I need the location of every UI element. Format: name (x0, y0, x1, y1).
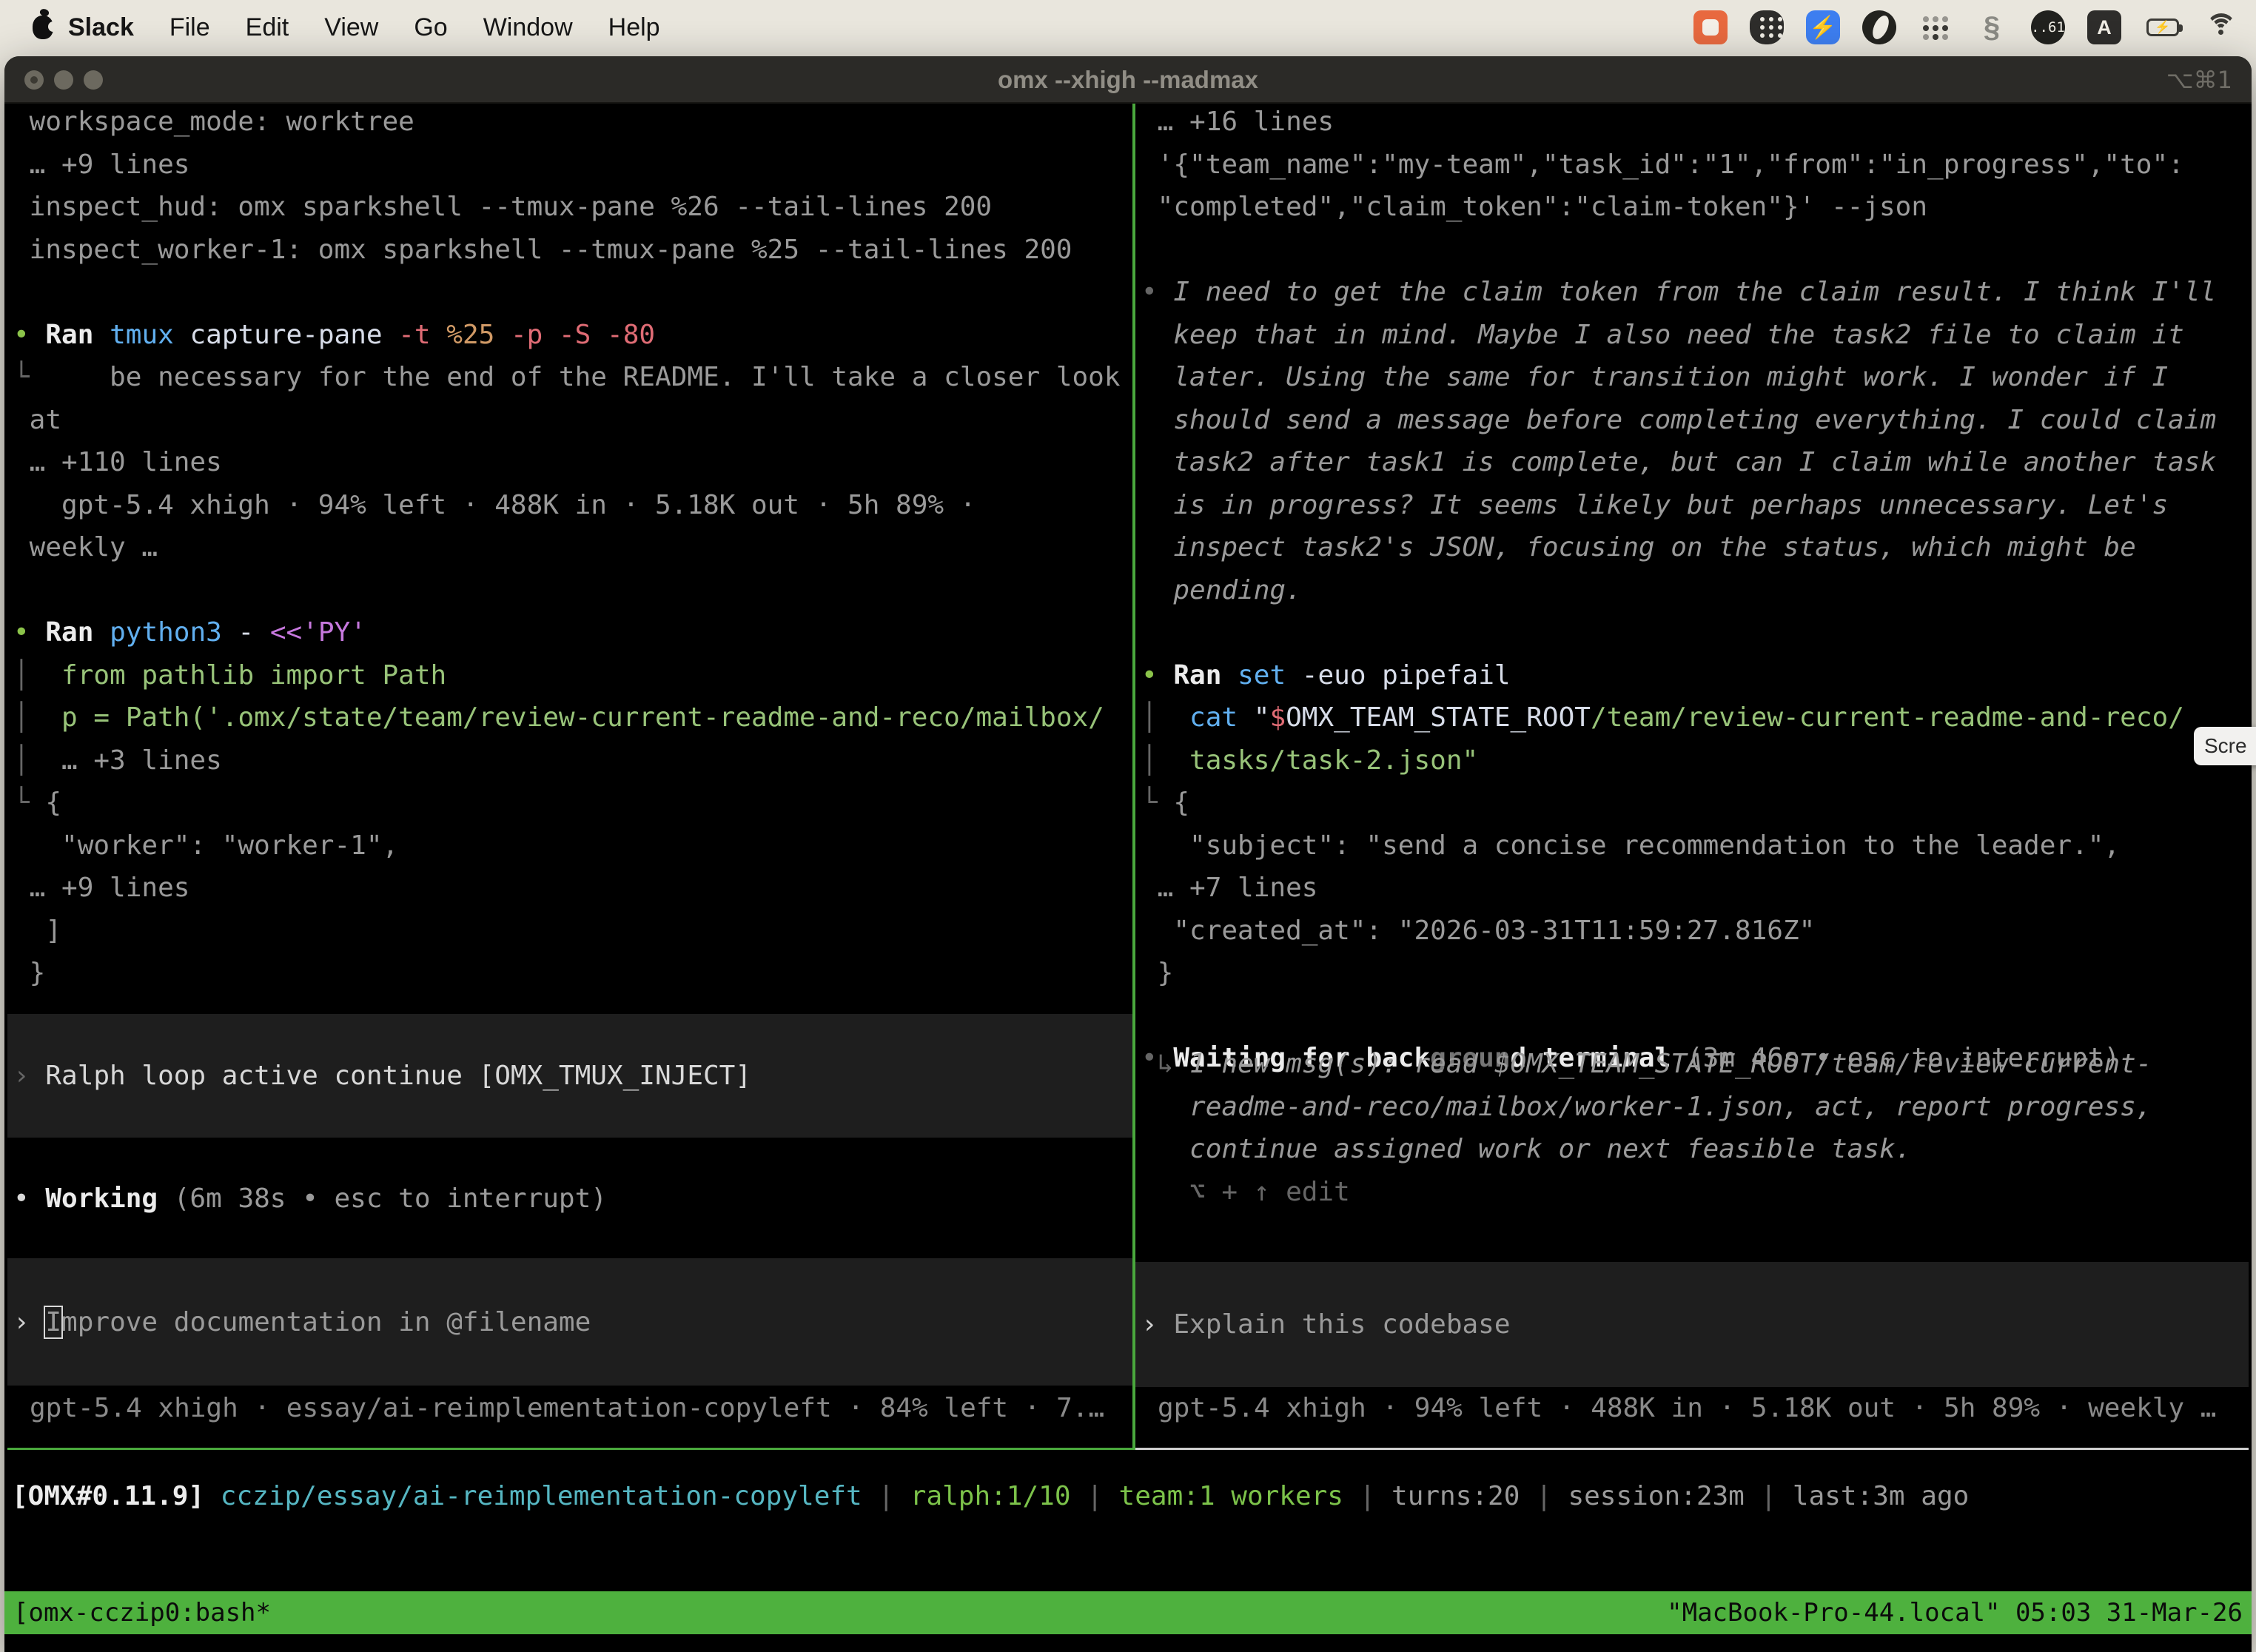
terminal-line: keep that in mind. Maybe I also need the… (1141, 314, 2249, 357)
tmux-status-bar: [omx-cczip0:bash* "MacBook-Pro-44.local"… (4, 1591, 2252, 1634)
battery-charging-icon[interactable]: ⚡ (2143, 10, 2182, 44)
menu-bar: Slack File Edit View Go Window Help ⚡ § … (0, 0, 2256, 55)
terminal-line: • Ran set -euo pipefail (1141, 654, 2249, 697)
terminal-line (13, 271, 1132, 314)
terminal-line: is in progress? It seems likely but perh… (1141, 484, 2249, 527)
pane-border-left-active (7, 1448, 1132, 1450)
terminal-line: "subject": "send a concise recommendatio… (1141, 825, 2249, 867)
hook-s-icon[interactable]: § (1975, 10, 2009, 44)
window-title: omx --xhigh --madmax (4, 56, 2252, 104)
terminal-line: └ { (1141, 782, 2249, 825)
terminal-line: at (13, 399, 1132, 442)
dark-moon-app-icon[interactable] (1862, 10, 1896, 44)
prompt-chevron-icon: › (13, 1307, 45, 1337)
menu-item-view[interactable]: View (324, 13, 378, 42)
terminal-line: └ be necessary for the end of the README… (13, 356, 1132, 399)
model-status-left: gpt-5.4 xhigh · essay/ai-reimplementatio… (30, 1387, 1132, 1430)
omx-status-line: [OMX#0.11.9] cczip/essay/ai-reimplementa… (12, 1475, 2252, 1518)
terminal-line: "worker": "worker-1", (13, 825, 1132, 867)
prompt-chevron-icon: › (1141, 1309, 1173, 1340)
terminal-line: readme-and-reco/mailbox/worker-1.json, a… (1141, 1086, 2249, 1129)
terminal-line: └ { (13, 782, 1132, 825)
shield-grid-icon[interactable] (1750, 10, 1784, 44)
terminal-line: gpt-5.4 xhigh · 94% left · 488K in · 5.1… (13, 484, 1132, 527)
terminal-line: ] (13, 910, 1132, 953)
prompt-placeholder: Explain this codebase (1173, 1309, 1510, 1340)
terminal-line: ↳ 1 new msg(s): read $OMX_TEAM_STATE_ROO… (1141, 1043, 2249, 1086)
chat-app-icon[interactable] (1693, 10, 1728, 44)
terminal-line: │ tasks/task-2.json" (1141, 739, 2249, 782)
terminal-line: "completed","claim_token":"claim-token"}… (1141, 186, 2249, 229)
terminal-line: … +16 lines (1141, 104, 2249, 144)
terminal-window: omx --xhigh --madmax ⌥⌘1 workspace_mode:… (4, 56, 2252, 1652)
menu-item-edit[interactable]: Edit (246, 13, 289, 42)
terminal-line: '{"team_name":"my-team","task_id":"1","f… (1141, 144, 2249, 187)
prompt-input-right[interactable]: › Explain this codebase (1135, 1262, 2249, 1387)
terminal-line: } (1141, 952, 2249, 995)
terminal-line: inspect task2's JSON, focusing on the st… (1141, 526, 2249, 569)
menu-app-name[interactable]: Slack (68, 13, 134, 42)
terminal-line: ⌥ + ↑ edit (1141, 1171, 2249, 1214)
terminal-line: … +9 lines (13, 867, 1132, 910)
left-scrollback: workspace_mode: worktree … +9 lines insp… (13, 104, 1132, 995)
terminal-line: inspect_worker-1: omx sparkshell --tmux-… (13, 229, 1132, 272)
terminal-line: │ … +3 lines (13, 739, 1132, 782)
terminal-line (1141, 611, 2249, 654)
window-shortcut-hint: ⌥⌘1 (2166, 56, 2232, 104)
prompt-input-left[interactable]: › Improve documentation in @filename (7, 1258, 1132, 1386)
tmux-pane-right[interactable]: … +16 lines '{"team_name":"my-team","tas… (1135, 104, 2249, 1448)
tmux-session-info: [omx-cczip0:bash* (13, 1598, 271, 1628)
window-titlebar[interactable]: omx --xhigh --madmax ⌥⌘1 (4, 56, 2252, 104)
keyboard-layout-icon[interactable]: A (2087, 10, 2121, 44)
terminal-line: • Ran python3 - <<'PY' (13, 611, 1132, 654)
terminal-line: later. Using the same for transition mig… (1141, 356, 2249, 399)
text-cursor: I (44, 1306, 63, 1339)
terminal-line: pending. (1141, 569, 2249, 612)
terminal-line: workspace_mode: worktree (13, 104, 1132, 144)
terminal-line: continue assigned work or next feasible … (1141, 1128, 2249, 1171)
badge-61-icon[interactable]: ..61 (2031, 10, 2065, 44)
menu-item-help[interactable]: Help (608, 13, 660, 42)
terminal-line: • Ran tmux capture-pane -t %25 -p -S -80 (13, 314, 1132, 357)
dots-grid-icon[interactable] (1918, 10, 1953, 44)
wifi-icon[interactable] (2204, 10, 2238, 44)
terminal-line: should send a message before completing … (1141, 399, 2249, 442)
pane-border-right (1135, 1448, 2249, 1450)
tmux-host-clock: "MacBook-Pro-44.local" 05:03 31-Mar-26 (1667, 1598, 2243, 1628)
right-scrollback: … +16 lines '{"team_name":"my-team","tas… (1141, 104, 2249, 1080)
menu-item-file[interactable]: File (169, 13, 210, 42)
terminal-line: "created_at": "2026-03-31T11:59:27.816Z" (1141, 910, 2249, 953)
apple-menu-icon[interactable] (33, 16, 53, 39)
terminal-line: • I need to get the claim token from the… (1141, 271, 2249, 314)
screen: Slack File Edit View Go Window Help ⚡ § … (0, 0, 2256, 1652)
screen-sharing-button[interactable]: Scre (2194, 727, 2256, 765)
blue-bolt-app-icon[interactable]: ⚡ (1806, 10, 1840, 44)
mailbox-notice: ↳ 1 new msg(s): read $OMX_TEAM_STATE_ROO… (1141, 1043, 2249, 1213)
terminal-line: … +9 lines (13, 144, 1132, 187)
working-status: • Working (6m 38s • esc to interrupt) (13, 1178, 607, 1220)
terminal-line (13, 569, 1132, 612)
terminal-line: │ from pathlib import Path (13, 654, 1132, 697)
menu-status-icons: ⚡ § ..61 A ⚡ (1693, 10, 2238, 44)
tmux-pane-left[interactable]: workspace_mode: worktree … +9 lines insp… (7, 104, 1132, 1448)
inject-banner: › Ralph loop active continue [OMX_TMUX_I… (7, 1014, 1132, 1138)
model-status-right: gpt-5.4 xhigh · 94% left · 488K in · 5.1… (1158, 1387, 2249, 1430)
menu-item-go[interactable]: Go (414, 13, 447, 42)
terminal-line: } (13, 952, 1132, 995)
terminal-line: │ cat "$OMX_TEAM_STATE_ROOT/team/review-… (1141, 696, 2249, 739)
terminal-line: inspect_hud: omx sparkshell --tmux-pane … (13, 186, 1132, 229)
terminal-line: … +110 lines (13, 441, 1132, 484)
terminal-line (1141, 995, 2249, 1038)
prompt-placeholder: mprove documentation in @filename (61, 1307, 591, 1337)
menu-item-window[interactable]: Window (483, 13, 573, 42)
terminal-line: weekly … (13, 526, 1132, 569)
terminal-line: … +7 lines (1141, 867, 2249, 910)
terminal-line: task2 after task1 is complete, but can I… (1141, 441, 2249, 484)
terminal-line: │ p = Path('.omx/state/team/review-curre… (13, 696, 1132, 739)
terminal-line (1141, 229, 2249, 272)
